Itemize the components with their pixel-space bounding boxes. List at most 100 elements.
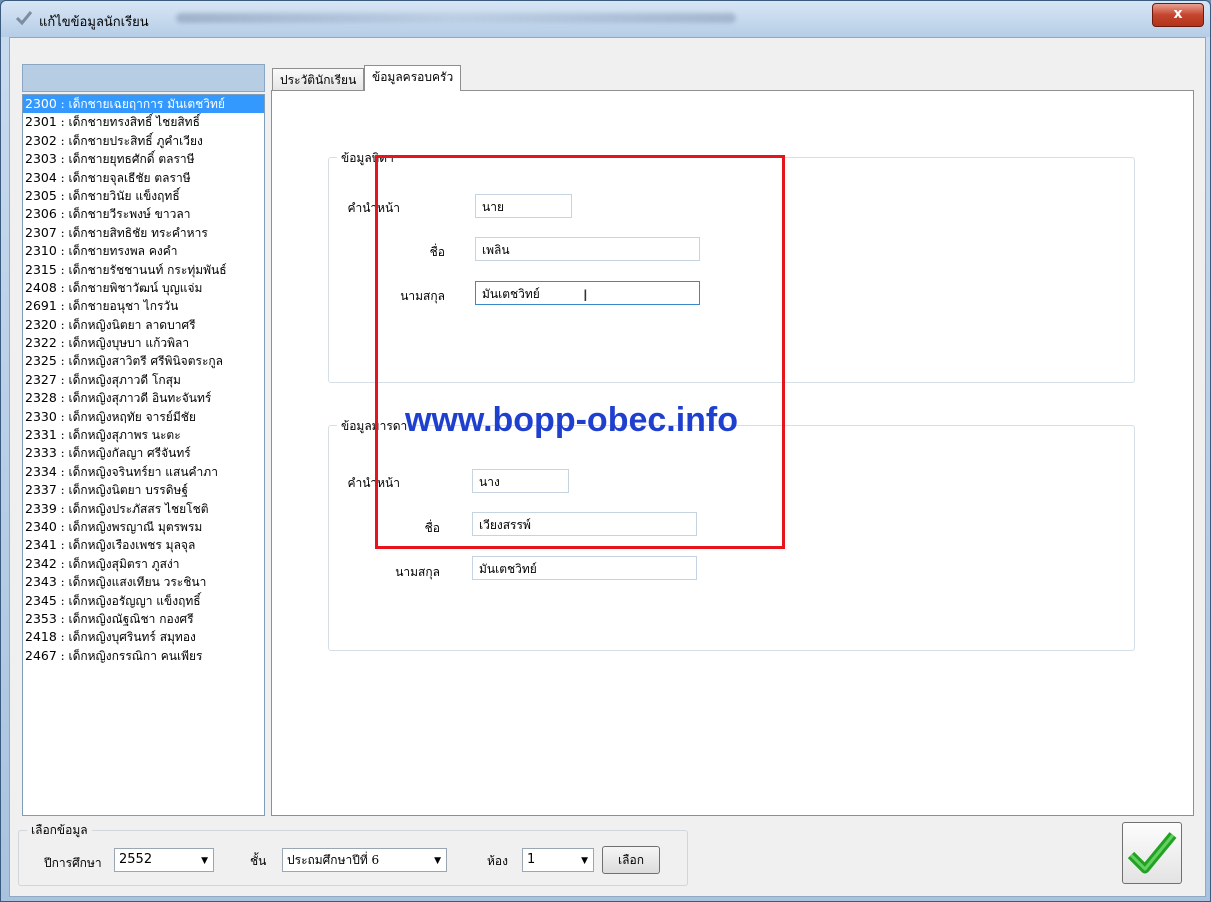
student-code: 2330: [25, 408, 57, 424]
list-item[interactable]: 2339 : เด็กหญิงประภัสสร ไชยโชติ: [23, 500, 264, 518]
list-item[interactable]: 2301 : เด็กชายทรงสิทธิ์ ไชยสิทธิ์: [23, 113, 264, 131]
list-item[interactable]: 2328 : เด็กหญิงสุภาวดี อินทะจันทร์: [23, 389, 264, 407]
year-select[interactable]: 2552 ▼: [114, 848, 214, 872]
father-prefix-label: คำนำหน้า: [347, 201, 400, 215]
mother-surname-label: นามสกุล: [395, 565, 440, 579]
student-name: : เด็กหญิงประภัสสร ไชยโชติ: [56, 501, 209, 516]
close-button[interactable]: x: [1152, 3, 1204, 27]
tab-student-history[interactable]: ประวัตินักเรียน: [272, 68, 365, 91]
student-code: 2310: [25, 243, 57, 259]
room-select[interactable]: 1 ▼: [522, 848, 594, 872]
watermark-text: www.bopp-obec.info: [405, 401, 739, 439]
filter-group-legend: เลือกข้อมูล: [27, 821, 92, 840]
list-item[interactable]: 2322 : เด็กหญิงบุษบา แก้วพิลา: [23, 334, 264, 352]
student-name: : เด็กหญิงนิตยา ลาดบาศรี: [56, 317, 196, 332]
grade-label: ชั้น: [250, 854, 267, 868]
window-title: แก้ไขข้อมูลนักเรียน: [39, 15, 149, 30]
list-item[interactable]: 2340 : เด็กหญิงพรญาณี มุตรพรม: [23, 518, 264, 536]
student-code: 2307: [25, 224, 57, 240]
student-name: : เด็กหญิงบุษบา แก้วพิลา: [56, 336, 190, 351]
student-code: 2304: [25, 169, 57, 185]
student-list[interactable]: 2300 : เด็กชายเฉยฤาการ มันเตชวิทย์ 2301 :…: [22, 94, 265, 816]
mother-prefix-label: คำนำหน้า: [347, 476, 400, 490]
list-item[interactable]: 2307 : เด็กชายสิทธิชัย ทระคำหาร: [23, 224, 264, 242]
student-code: 2301: [25, 114, 57, 130]
list-item[interactable]: 2467 : เด็กหญิงกรรณิกา คนเพียร: [23, 647, 264, 665]
student-name: : เด็กชายเฉยฤาการ มันเตชวิทย์: [56, 97, 225, 111]
student-name: : เด็กชายรัชชานนท์ กระทุ่มพันธ์: [56, 262, 227, 277]
list-item[interactable]: 2353 : เด็กหญิงณัฐณิชา กองศรี: [23, 610, 264, 628]
student-code: 2320: [25, 316, 57, 332]
student-name: : เด็กชายทรงพล คงคำ: [56, 244, 178, 259]
student-code: 2339: [25, 500, 57, 516]
student-name: : เด็กหญิงพรญาณี มุตรพรม: [56, 519, 203, 534]
list-item[interactable]: 2330 : เด็กหญิงหฤทัย จารย์มีชัย: [23, 408, 264, 426]
student-code: 2342: [25, 555, 57, 571]
list-item[interactable]: 2300 : เด็กชายเฉยฤาการ มันเตชวิทย์: [23, 95, 264, 114]
tab-family-info[interactable]: ข้อมูลครอบครัว: [364, 65, 462, 91]
student-code: 2418: [25, 629, 57, 645]
student-code: 2303: [25, 151, 57, 167]
student-code: 2325: [25, 353, 57, 369]
mother-surname-field[interactable]: มันเตชวิทย์: [472, 556, 697, 580]
title-blurred-text: [176, 13, 736, 23]
list-item[interactable]: 2315 : เด็กชายรัชชานนท์ กระทุ่มพันธ์: [23, 261, 264, 279]
student-code: 2306: [25, 206, 57, 222]
list-item[interactable]: 2337 : เด็กหญิงนิตยา บรรดิษฐ์: [23, 481, 264, 499]
student-code: 2331: [25, 427, 57, 443]
main-window: แก้ไขข้อมูลนักเรียน x 2300 : เด็กชายเฉยฤ…: [0, 0, 1211, 902]
select-button[interactable]: เลือก: [602, 846, 660, 874]
list-item[interactable]: 2304 : เด็กชายจุลเธีชัย ตลราษี: [23, 169, 264, 187]
list-item[interactable]: 2345 : เด็กหญิงอรัญญา แข็งฤทธิ์: [23, 592, 264, 610]
student-name: : เด็กหญิงแสงเทียน วระชินา: [56, 575, 207, 590]
student-code: 2467: [25, 647, 57, 663]
father-group-legend: ข้อมูลบิดา: [337, 149, 398, 168]
student-name: : เด็กชายประสิทธิ์ ภูคำเวียง: [56, 133, 203, 148]
list-item[interactable]: 2343 : เด็กหญิงแสงเทียน วระชินา: [23, 573, 264, 591]
list-item[interactable]: 2691 : เด็กชายอนุชา ไกรวัน: [23, 297, 264, 315]
student-name: : เด็กหญิงอรัญญา แข็งฤทธิ์: [56, 593, 201, 608]
student-name: : เด็กชายพิชาวัฒน์ บุญแจ่ม: [56, 280, 203, 295]
ok-button[interactable]: [1122, 822, 1182, 884]
student-name: : เด็กหญิงสาวิตรี ศรีพินิจตระกูล: [56, 354, 224, 369]
chevron-down-icon: ▼: [581, 856, 588, 866]
list-item[interactable]: 2334 : เด็กหญิงจรินทร์ยา แสนคำภา: [23, 463, 264, 481]
list-item[interactable]: 2305 : เด็กชายวินัย แข็งฤทธิ์: [23, 187, 264, 205]
list-item[interactable]: 2302 : เด็กชายประสิทธิ์ ภูคำเวียง: [23, 132, 264, 150]
list-item[interactable]: 2341 : เด็กหญิงเรืองเพชร มุลจุล: [23, 536, 264, 554]
list-header: [22, 64, 265, 92]
list-item[interactable]: 2342 : เด็กหญิงสุมิตรา ภูสง่า: [23, 555, 264, 573]
father-name-label: ชื่อ: [429, 245, 445, 259]
year-label: ปีการศึกษา: [44, 856, 102, 870]
list-item[interactable]: 2303 : เด็กชายยุทธศักดิ์ ตลราษี: [23, 150, 264, 168]
list-item[interactable]: 2331 : เด็กหญิงสุภาพร นะตะ: [23, 426, 264, 444]
student-name: : เด็กหญิงนิตยา บรรดิษฐ์: [56, 483, 189, 498]
mother-name-field[interactable]: เวียงสรรพ์: [472, 512, 697, 536]
father-prefix-field[interactable]: นาย: [475, 194, 572, 218]
student-code: 2333: [25, 445, 57, 461]
list-item[interactable]: 2327 : เด็กหญิงสุภาวดี โกสุม: [23, 371, 264, 389]
father-name-field[interactable]: เพลิน: [475, 237, 700, 261]
list-item[interactable]: 2320 : เด็กหญิงนิตยา ลาดบาศรี: [23, 316, 264, 334]
grade-select[interactable]: ประถมศึกษาปีที่ 6 ▼: [282, 848, 447, 872]
student-name: : เด็กหญิงกัลญา ศรีจันทร์: [56, 446, 191, 461]
list-item[interactable]: 2333 : เด็กหญิงกัลญา ศรีจันทร์: [23, 444, 264, 462]
student-code: 2328: [25, 390, 57, 406]
list-item[interactable]: 2408 : เด็กชายพิชาวัฒน์ บุญแจ่ม: [23, 279, 264, 297]
chevron-down-icon: ▼: [201, 856, 208, 866]
checkmark-icon: [1127, 832, 1177, 874]
student-name: : เด็กชายสิทธิชัย ทระคำหาร: [56, 225, 208, 240]
student-code: 2315: [25, 261, 57, 277]
mother-name-label: ชื่อ: [424, 521, 440, 535]
list-item[interactable]: 2306 : เด็กชายวีระพงษ์ ขาวลา: [23, 205, 264, 223]
mother-prefix-field[interactable]: นาง: [472, 469, 569, 493]
list-item[interactable]: 2325 : เด็กหญิงสาวิตรี ศรีพินิจตระกูล: [23, 352, 264, 370]
father-group: ข้อมูลบิดา: [328, 149, 1135, 383]
student-name: : เด็กหญิงจรินทร์ยา แสนคำภา: [56, 464, 218, 479]
student-name: : เด็กหญิงบุศรินทร์ สมุทอง: [56, 630, 196, 645]
student-code: 2322: [25, 335, 57, 351]
list-item[interactable]: 2418 : เด็กหญิงบุศรินทร์ สมุทอง: [23, 628, 264, 646]
student-name: : เด็กชายอนุชา ไกรวัน: [56, 299, 179, 314]
list-item[interactable]: 2310 : เด็กชายทรงพล คงคำ: [23, 242, 264, 260]
student-name: : เด็กชายทรงสิทธิ์ ไชยสิทธิ์: [56, 115, 200, 130]
